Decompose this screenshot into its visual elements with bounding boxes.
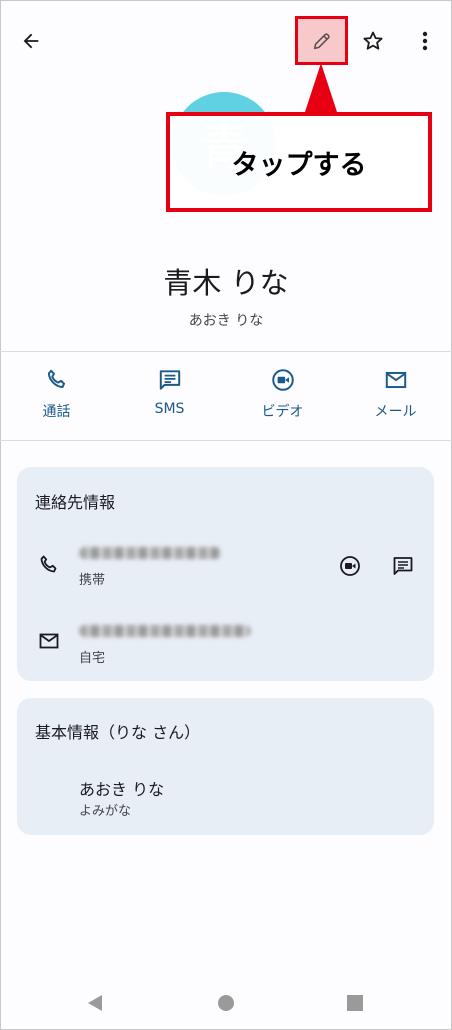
action-call[interactable]: 通話 <box>0 367 113 421</box>
mail-icon <box>385 371 406 389</box>
phone-number-redacted <box>79 547 221 559</box>
pencil-icon <box>313 32 330 49</box>
sms-button[interactable] <box>388 551 418 581</box>
action-label: メール <box>374 404 417 420</box>
phone-icon <box>47 369 65 389</box>
action-email[interactable]: メール <box>339 367 452 421</box>
message-icon <box>159 370 180 390</box>
callout-box: タップする <box>166 112 432 212</box>
callout-text: タップする <box>231 149 367 181</box>
action-sms[interactable]: SMS <box>113 367 226 421</box>
action-label: ビデオ <box>261 404 304 420</box>
divider <box>0 440 452 441</box>
divider <box>0 351 452 352</box>
phone-icon <box>40 555 57 573</box>
card-title: 基本情報（りな さん） <box>35 723 201 742</box>
callout-pointer <box>304 63 338 115</box>
email-redacted <box>79 625 251 637</box>
contact-reading: あおき りな <box>188 313 264 329</box>
action-label: SMS <box>154 401 185 417</box>
action-label: 通話 <box>42 404 71 420</box>
reading-label: よみがな <box>79 804 132 819</box>
video-call-button[interactable] <box>335 551 365 581</box>
video-icon <box>271 369 294 391</box>
card-title: 連絡先情報 <box>35 493 116 512</box>
nav-recents-icon[interactable] <box>346 994 364 1012</box>
nav-back-icon[interactable] <box>86 993 104 1013</box>
reading-value: あおき りな <box>79 780 165 799</box>
arrow-back-icon <box>23 33 39 49</box>
phone-type: 携帯 <box>79 573 106 588</box>
back-button[interactable] <box>14 26 48 56</box>
basic-info-card: 基本情報（りな さん） あおき りな よみがな <box>17 698 434 835</box>
contact-info-card: 連絡先情報 携帯 自宅 <box>17 467 434 681</box>
edit-button[interactable] <box>295 16 348 65</box>
favorite-button[interactable] <box>356 26 390 56</box>
quick-actions: 通話 SMS ビデオ メール <box>0 367 452 421</box>
action-video[interactable]: ビデオ <box>226 367 339 421</box>
video-icon <box>340 556 360 576</box>
contact-name: 青木 りな <box>163 266 289 300</box>
message-icon <box>393 557 413 575</box>
mail-icon <box>39 633 59 649</box>
nav-home-icon[interactable] <box>217 994 235 1012</box>
email-type: 自宅 <box>79 651 106 666</box>
star-icon <box>363 31 383 50</box>
more-vert-icon <box>422 31 428 51</box>
more-options-button[interactable] <box>410 26 440 56</box>
